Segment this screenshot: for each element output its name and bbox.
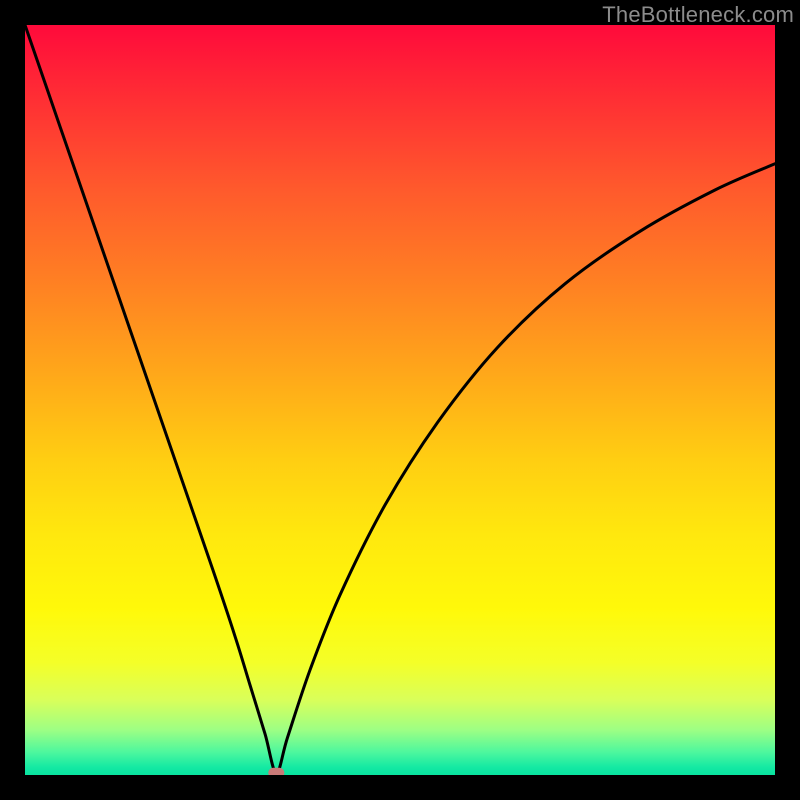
bottleneck-curve xyxy=(25,25,775,775)
curve-path xyxy=(25,25,775,773)
optimum-marker xyxy=(268,768,284,775)
watermark-text: TheBottleneck.com xyxy=(602,2,794,28)
plot-area xyxy=(25,25,775,775)
chart-frame: TheBottleneck.com xyxy=(0,0,800,800)
